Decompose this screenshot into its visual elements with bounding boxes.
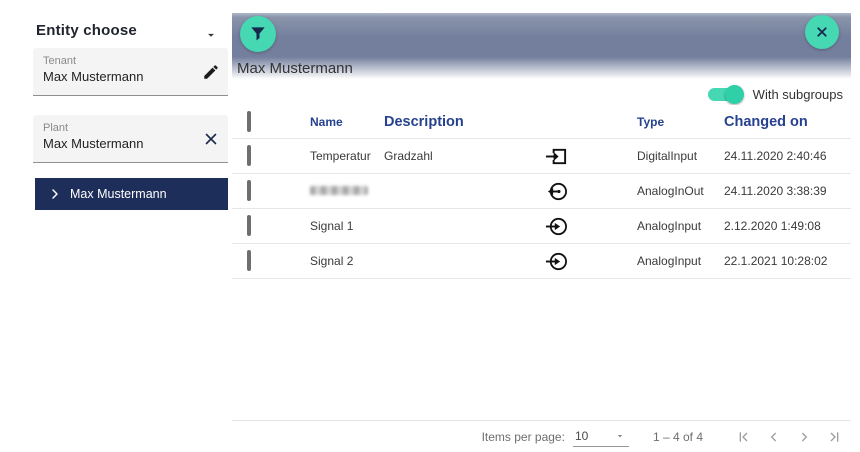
entity-choose-title: Entity choose <box>36 22 137 39</box>
row-name: Signal 2 <box>310 254 353 268</box>
with-subgroups-toggle-row[interactable]: With subgroups <box>708 87 843 102</box>
input-box-icon <box>545 145 568 168</box>
row-name: Temperatur <box>310 149 371 163</box>
app-root: Entity choose Tenant Max Mustermann Plan… <box>0 0 860 452</box>
table-header-row: Name Description Type Changed on <box>232 105 851 139</box>
clear-x-icon[interactable] <box>202 130 220 148</box>
column-header-changed-on[interactable]: Changed on <box>707 114 851 130</box>
table-row[interactable]: Signal 2 AnalogInput 22.1.2021 10:28:02 <box>232 244 851 279</box>
plant-field-label: Plant <box>43 121 218 135</box>
column-header-name[interactable]: Name <box>302 115 380 129</box>
panel-title: Max Mustermann <box>237 60 353 77</box>
signals-table: Name Description Type Changed on Tempera… <box>232 105 851 279</box>
toggle-thumb[interactable] <box>725 85 744 104</box>
row-type: AnalogInput <box>580 254 707 268</box>
chevron-down-icon <box>615 431 625 441</box>
page-range-label: 1 – 4 of 4 <box>653 430 703 444</box>
entity-sidebar: Entity choose Tenant Max Mustermann Plan… <box>0 0 230 452</box>
row-name: Signal 1 <box>310 219 353 233</box>
row-checkbox[interactable] <box>247 145 251 166</box>
row-name <box>310 186 368 195</box>
entity-choose-header: Entity choose <box>36 22 216 39</box>
inout-circle-icon <box>545 180 568 203</box>
row-direction-icon-cell <box>532 215 580 238</box>
row-direction-icon-cell <box>532 250 580 273</box>
filter-button[interactable] <box>240 16 276 52</box>
items-per-page-label: Items per page: <box>482 430 565 444</box>
tenant-field-label: Tenant <box>43 54 218 68</box>
input-circle-icon <box>545 250 568 273</box>
row-type: AnalogInOut <box>580 184 707 198</box>
chevron-right-icon[interactable] <box>49 188 61 200</box>
input-circle-icon <box>545 215 568 238</box>
row-checkbox[interactable] <box>247 180 251 201</box>
first-page-icon[interactable] <box>729 422 759 452</box>
plant-field-value: Max Mustermann <box>43 135 218 153</box>
row-checkbox[interactable] <box>247 250 251 271</box>
tenant-field-value: Max Mustermann <box>43 68 218 86</box>
row-changed-on: 2.12.2020 1:49:08 <box>707 219 851 233</box>
close-button[interactable] <box>805 15 839 49</box>
column-header-type[interactable]: Type <box>580 115 707 129</box>
entity-detail-panel: Max Mustermann With subgroups Name Descr… <box>232 13 851 452</box>
edit-pencil-icon[interactable] <box>202 63 220 81</box>
row-type: DigitalInput <box>580 149 707 163</box>
items-per-page-select[interactable]: 10 <box>573 427 629 447</box>
row-direction-icon-cell <box>532 180 580 203</box>
row-changed-on: 24.11.2020 2:40:46 <box>707 149 851 163</box>
paginator: Items per page: 10 1 – 4 of 4 <box>232 420 851 452</box>
last-page-icon[interactable] <box>819 422 849 452</box>
row-direction-icon-cell <box>532 145 580 168</box>
row-description: Gradzahl <box>380 149 532 163</box>
tenant-field[interactable]: Tenant Max Mustermann <box>33 48 228 96</box>
plant-field[interactable]: Plant Max Mustermann <box>33 115 228 163</box>
previous-page-icon[interactable] <box>759 422 789 452</box>
row-type: AnalogInput <box>580 219 707 233</box>
table-body: Temperatur Gradzahl DigitalInput 24.11.2… <box>232 139 851 279</box>
chevron-down-icon[interactable] <box>204 28 218 42</box>
row-changed-on: 24.11.2020 3:38:39 <box>707 184 851 198</box>
pagination-controls <box>729 422 849 452</box>
select-all-checkbox[interactable] <box>247 111 251 132</box>
table-row[interactable]: Temperatur Gradzahl DigitalInput 24.11.2… <box>232 139 851 174</box>
table-row[interactable]: AnalogInOut 24.11.2020 3:38:39 <box>232 174 851 209</box>
panel-header-bar <box>232 13 851 57</box>
column-header-description[interactable]: Description <box>380 114 532 130</box>
table-row[interactable]: Signal 1 AnalogInput 2.12.2020 1:49:08 <box>232 209 851 244</box>
next-page-icon[interactable] <box>789 422 819 452</box>
close-x-icon <box>813 23 831 41</box>
filter-funnel-icon <box>248 24 268 44</box>
row-changed-on: 22.1.2021 10:28:02 <box>707 254 851 268</box>
subgroups-toggle[interactable] <box>708 88 741 101</box>
subgroups-toggle-label: With subgroups <box>753 87 843 102</box>
sidebar-tree-item-max-mustermann[interactable]: Max Mustermann <box>35 178 228 210</box>
items-per-page-value: 10 <box>575 429 588 443</box>
row-checkbox[interactable] <box>247 215 251 236</box>
tree-item-label: Max Mustermann <box>70 187 167 201</box>
